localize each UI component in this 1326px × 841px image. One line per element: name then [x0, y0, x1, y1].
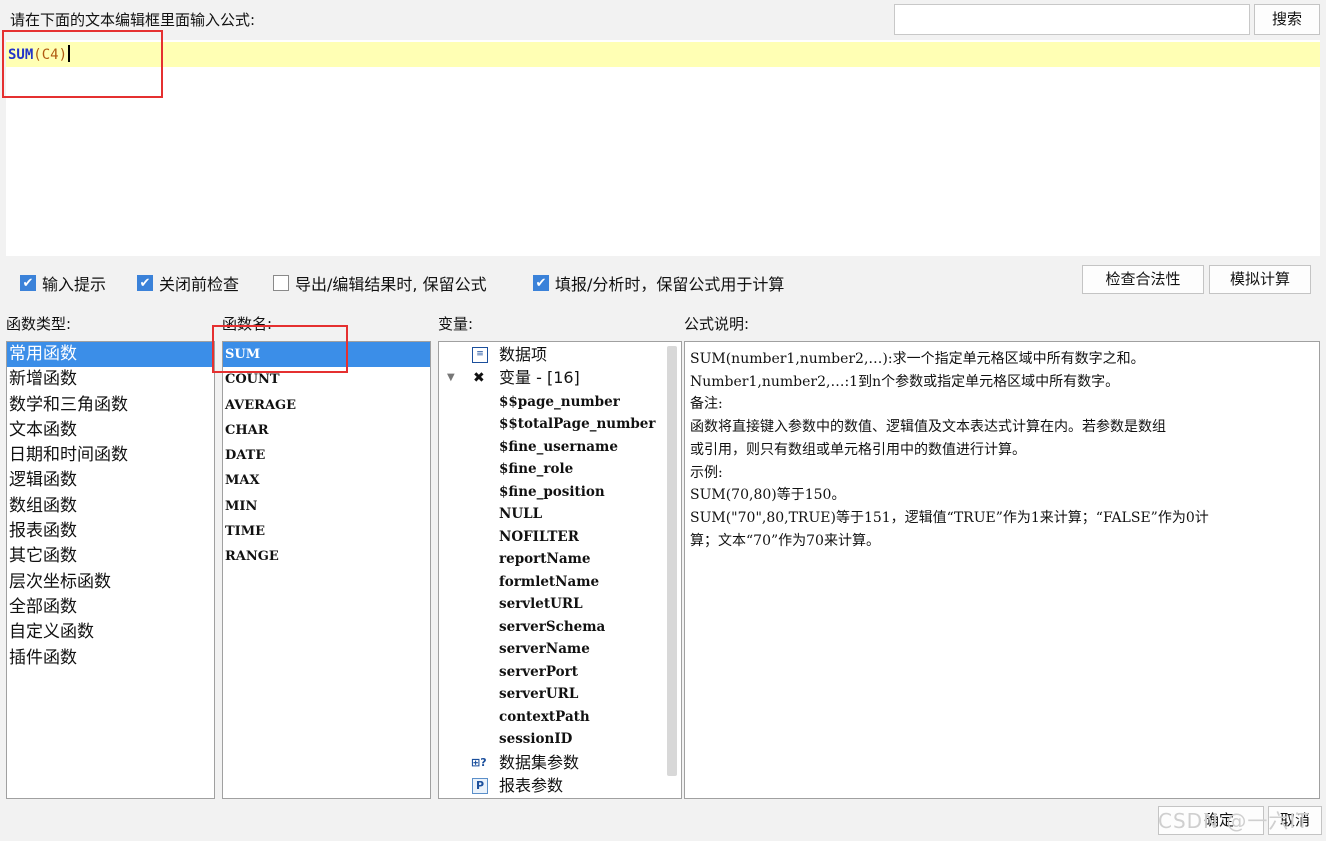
variable-header: 变量: [438, 315, 474, 333]
category-item[interactable]: 常用函数 [7, 342, 214, 368]
data-item-icon: ≡ [472, 347, 488, 363]
vertical-scrollbar[interactable] [667, 346, 677, 776]
variable-item[interactable]: NOFILTER [499, 526, 579, 548]
variable-item[interactable]: $fine_position [499, 481, 605, 503]
checkbox-keep-formula-export[interactable]: 导出/编辑结果时, 保留公式 [273, 271, 487, 295]
variable-item[interactable]: serverURL [499, 683, 578, 705]
category-item[interactable]: 数学和三角函数 [7, 393, 214, 418]
description-line: 示例: [690, 464, 723, 481]
category-item[interactable]: 全部函数 [7, 595, 214, 620]
checkbox-label: 导出/编辑结果时, 保留公式 [295, 275, 487, 294]
formula-argument: C4 [41, 47, 59, 63]
category-item[interactable]: 数组函数 [7, 494, 214, 519]
variable-item[interactable]: reportName [499, 548, 590, 570]
formula-close-paren: ) [58, 47, 68, 63]
variable-item[interactable]: sessionID [499, 728, 572, 750]
variable-item[interactable]: $$totalPage_number [499, 413, 656, 435]
checkbox-unchecked-icon [273, 275, 289, 291]
report-param-icon: P [472, 778, 488, 794]
category-item[interactable]: 新增函数 [7, 367, 214, 392]
variable-group-icon: ✖ [473, 370, 485, 386]
category-item[interactable]: 报表函数 [7, 519, 214, 544]
search-input[interactable] [894, 4, 1250, 35]
function-item[interactable]: TIME [223, 519, 430, 544]
ok-button[interactable]: 确定 [1158, 806, 1264, 835]
description-line: SUM("70",80,TRUE)等于151，逻辑值“TRUE”作为1来计算；“… [690, 509, 1209, 526]
chevron-down-icon[interactable]: ▼ [447, 367, 455, 389]
variable-item[interactable]: contextPath [499, 706, 590, 728]
dataset-param-icon: ⊞? [471, 756, 487, 769]
category-item[interactable]: 逻辑函数 [7, 468, 214, 493]
function-item[interactable]: AVERAGE [223, 393, 430, 418]
variable-tree[interactable]: ≡ 数据项 ▼ ✖ 变量 - [16] $$page_number $$tota… [438, 341, 682, 799]
variable-item[interactable]: formletName [499, 571, 599, 593]
function-item[interactable]: DATE [223, 443, 430, 468]
checkbox-label: 关闭前检查 [159, 275, 240, 294]
variable-item[interactable]: serverName [499, 638, 590, 660]
checkbox-checked-icon: ✔ [137, 275, 153, 291]
variable-item[interactable]: serverPort [499, 661, 578, 683]
checkbox-checked-icon: ✔ [20, 275, 36, 291]
ok-label: 确定 [1203, 811, 1234, 829]
description-line: 算；文本“70”作为70来计算。 [690, 532, 880, 549]
description-header: 公式说明: [684, 315, 750, 333]
checkbox-keep-formula-fill[interactable]: ✔ 填报/分析时，保留公式用于计算 [533, 271, 784, 295]
check-validity-button[interactable]: 检查合法性 [1082, 265, 1204, 294]
function-item[interactable]: CHAR [223, 418, 430, 443]
checkbox-check-before-close[interactable]: ✔ 关闭前检查 [137, 271, 239, 295]
current-line-highlight [6, 42, 1320, 67]
text-caret [68, 45, 71, 62]
variable-item[interactable]: servletURL [499, 593, 583, 615]
simulate-calc-button[interactable]: 模拟计算 [1209, 265, 1311, 294]
function-item[interactable]: MAX [223, 468, 430, 493]
variable-item[interactable]: $fine_username [499, 436, 618, 458]
category-item[interactable]: 日期和时间函数 [7, 443, 214, 468]
description-line: 备注: [690, 396, 723, 413]
category-list[interactable]: 常用函数 新增函数 数学和三角函数 文本函数 日期和时间函数 逻辑函数 数组函数… [6, 341, 215, 799]
checkbox-label: 输入提示 [42, 275, 107, 294]
category-item[interactable]: 文本函数 [7, 418, 214, 443]
category-item[interactable]: 其它函数 [7, 544, 214, 569]
category-item[interactable]: 层次坐标函数 [7, 570, 214, 595]
formula-editor[interactable]: SUM(C4) [6, 40, 1320, 256]
variable-item[interactable]: serverSchema [499, 616, 605, 638]
description-line: Number1,number2,…:1到n个参数或指定单元格区域中所有数字。 [690, 373, 1120, 390]
checkbox-input-hint[interactable]: ✔ 输入提示 [20, 271, 106, 295]
formula-text[interactable]: SUM(C4) [8, 45, 71, 64]
variable-item[interactable]: $$page_number [499, 391, 620, 413]
function-item[interactable]: COUNT [223, 367, 430, 392]
function-list[interactable]: SUM COUNT AVERAGE CHAR DATE MAX MIN TIME… [222, 341, 431, 799]
checkbox-checked-icon: ✔ [533, 275, 549, 291]
search-button[interactable]: 搜索 [1254, 4, 1320, 35]
description-line: 或引用，则只有数组或单元格引用中的数值进行计算。 [690, 441, 1026, 458]
formula-open-paren: ( [33, 47, 42, 63]
checkbox-label: 填报/分析时，保留公式用于计算 [555, 275, 785, 294]
formula-function: SUM [8, 47, 34, 63]
variable-item[interactable]: NULL [499, 503, 542, 525]
description-line: SUM(number1,number2,…):求一个指定单元格区域中所有数字之和… [690, 351, 1145, 367]
description-line: 函数将直接键入参数中的数值、逻辑值及文本表达式计算在内。若参数是数组 [690, 419, 1166, 436]
function-item[interactable]: RANGE [223, 544, 430, 569]
category-header: 函数类型: [6, 315, 72, 333]
formula-description: SUM(number1,number2,…):求一个指定单元格区域中所有数字之和… [684, 341, 1320, 799]
function-item[interactable]: SUM [223, 342, 430, 368]
function-header: 函数名: [222, 315, 273, 333]
function-item[interactable]: MIN [223, 494, 430, 519]
category-item[interactable]: 自定义函数 [7, 620, 214, 645]
cancel-button[interactable]: 取消 [1268, 806, 1322, 835]
variable-item[interactable]: $fine_role [499, 458, 573, 480]
description-line: SUM(70,80)等于150。 [690, 487, 846, 504]
prompt-label: 请在下面的文本编辑框里面输入公式: [10, 11, 256, 29]
category-item[interactable]: 插件函数 [7, 646, 214, 671]
